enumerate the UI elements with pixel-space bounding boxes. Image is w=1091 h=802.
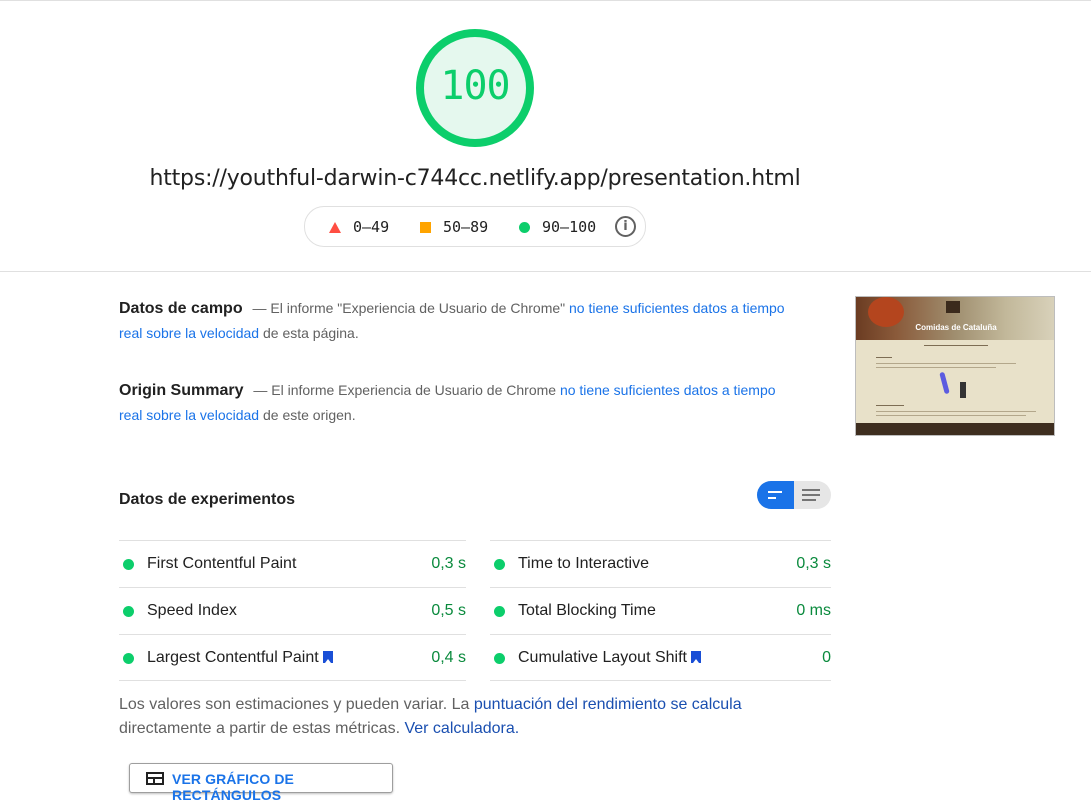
calculator-link[interactable]: Ver calculadora. (404, 720, 519, 737)
metric-name: Speed Index (147, 602, 237, 619)
metric-cumulative-layout-shift: Cumulative Layout Shift 0 (490, 634, 831, 681)
top-border (0, 0, 1091, 1)
metric-value: 0 (822, 649, 831, 666)
legend-fail-label: 0–49 (353, 218, 390, 236)
metric-name: Time to Interactive (518, 555, 650, 572)
bookmark-icon[interactable] (322, 651, 333, 663)
metric-largest-contentful-paint: Largest Contentful Paint 0,4 s (119, 634, 466, 681)
origin-summary-text: — El informe Experiencia de Usuario de C… (253, 382, 560, 398)
metric-name: Largest Contentful Paint (147, 649, 319, 666)
expanded-view-button[interactable] (794, 481, 831, 509)
metric-value: 0,5 s (431, 602, 466, 619)
treemap-button-label: VER GRÁFICO DE RECTÁNGULOS (172, 771, 294, 802)
screenshot-nav (924, 345, 988, 346)
estimates-note: Los valores son estimaciones y pueden va… (119, 693, 769, 741)
metric-name: First Contentful Paint (147, 555, 297, 572)
field-data-title: Datos de campo (119, 300, 243, 317)
metric-total-blocking-time: Total Blocking Time 0 ms (490, 587, 831, 634)
metric-time-to-interactive: Time to Interactive 0,3 s (490, 540, 831, 587)
pass-circle-icon (519, 221, 530, 233)
screenshot-heading (876, 405, 904, 406)
treemap-icon (146, 772, 164, 785)
field-data-section: Datos de campo — El informe "Experiencia… (119, 296, 799, 346)
legend-fail: 0–49 (329, 218, 389, 236)
note-text: Los valores son estimaciones y pueden va… (119, 696, 474, 713)
bookmark-icon[interactable] (690, 651, 701, 663)
fail-triangle-icon (329, 221, 341, 233)
metric-value: 0,3 s (431, 555, 466, 572)
origin-summary-title: Origin Summary (119, 382, 244, 399)
pass-circle-icon (494, 606, 505, 617)
screenshot-illustration (939, 371, 950, 395)
screenshot-text-line (876, 363, 1016, 364)
metric-name-wrap: Largest Contentful Paint (147, 649, 333, 667)
legend-pass-label: 90–100 (542, 218, 597, 236)
metrics-view-toggle[interactable] (757, 481, 831, 509)
metric-name: Total Blocking Time (518, 602, 656, 619)
page-url: https://youthful-darwin-c744cc.netlify.a… (149, 166, 801, 191)
section-divider (0, 271, 1091, 272)
note-text-middle: directamente a partir de estas métricas. (119, 720, 405, 737)
pass-circle-icon (123, 653, 134, 664)
screenshot-site-title: Comidas de Cataluña (915, 323, 997, 332)
screenshot-text-line (876, 411, 1036, 412)
pass-circle-icon (123, 606, 134, 617)
origin-summary-text-end: de este origen. (259, 407, 356, 423)
pass-circle-icon (123, 559, 134, 570)
metric-value: 0 ms (796, 602, 831, 619)
pass-circle-icon (494, 653, 505, 664)
metric-value: 0,3 s (796, 555, 831, 572)
experiments-title: Datos de experimentos (119, 491, 296, 508)
metrics-bottom-border (119, 680, 831, 681)
legend-pass: 90–100 (519, 218, 596, 236)
page-screenshot[interactable]: Comidas de Cataluña (855, 296, 1055, 436)
metric-name-wrap: Cumulative Layout Shift (518, 649, 701, 667)
screenshot-logo (946, 301, 960, 313)
field-data-text-end: de esta página. (259, 325, 359, 341)
metric-name: Cumulative Layout Shift (518, 649, 687, 666)
origin-summary-section: Origin Summary — El informe Experiencia … (119, 378, 799, 428)
screenshot-text-line (876, 367, 996, 368)
average-square-icon (420, 221, 431, 233)
legend-average: 50–89 (420, 218, 488, 236)
field-data-text: — El informe "Experiencia de Usuario de … (252, 300, 570, 316)
info-icon[interactable]: i (615, 216, 636, 237)
metric-speed-index: Speed Index 0,5 s (119, 587, 466, 634)
metric-value: 0,4 s (431, 649, 466, 666)
metric-first-contentful-paint: First Contentful Paint 0,3 s (119, 540, 466, 587)
pass-circle-icon (494, 559, 505, 570)
score-legend: 0–49 50–89 90–100 i (304, 206, 646, 247)
compact-view-button[interactable] (757, 481, 794, 509)
screenshot-footer (856, 423, 1054, 435)
score-calculation-link[interactable]: puntuación del rendimiento se calcula (474, 696, 742, 713)
score-value: 100 (440, 63, 510, 109)
screenshot-heading (876, 357, 892, 358)
screenshot-text-line (876, 415, 1026, 416)
view-treemap-button[interactable]: VER GRÁFICO DE RECTÁNGULOS (129, 763, 393, 802)
screenshot-illustration-person (960, 382, 966, 398)
legend-average-label: 50–89 (443, 218, 489, 236)
